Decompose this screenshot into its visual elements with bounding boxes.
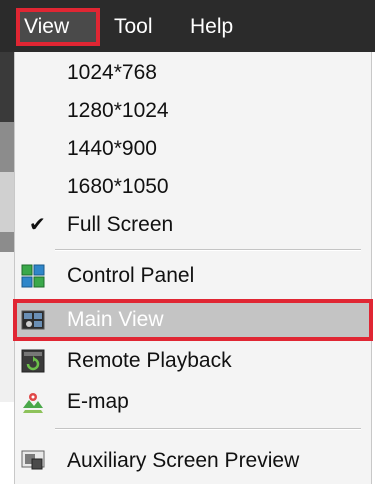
menu-separator [55, 428, 361, 430]
menu-item-remote-playback[interactable]: Remote Playback [15, 342, 371, 380]
menu-item-label: 1680*1050 [67, 175, 169, 198]
menu-help[interactable]: Help [182, 8, 241, 46]
menu-item-label: 1280*1024 [67, 99, 169, 122]
menu-item-label: Main View [67, 308, 164, 331]
menu-separator [55, 249, 361, 251]
e-map-icon [21, 390, 45, 414]
menu-item-label: 1440*900 [67, 137, 157, 160]
menu-item-label: E-map [67, 390, 129, 413]
menu-view-label: View [24, 15, 70, 38]
menubar: View Tool Help [0, 0, 375, 52]
menu-view[interactable]: View [16, 8, 100, 46]
menu-item-resolution-1024x768[interactable]: 1024*768 [15, 54, 371, 92]
control-panel-icon [21, 264, 45, 288]
menu-item-control-panel[interactable]: Control Panel [15, 257, 371, 295]
menu-tool[interactable]: Tool [106, 8, 161, 46]
view-dropdown-menu: 1024*768 1280*1024 1440*900 1680*1050 ✔ … [13, 52, 373, 484]
menu-item-label: Auxiliary Screen Preview [67, 449, 300, 472]
background-window-edge [0, 52, 14, 484]
menu-item-resolution-1440x900[interactable]: 1440*900 [15, 130, 371, 168]
auxiliary-screen-preview-icon [21, 449, 45, 473]
menu-item-main-view[interactable]: Main View [13, 299, 373, 341]
menu-item-label: Remote Playback [67, 349, 232, 372]
remote-playback-icon [21, 349, 45, 373]
check-icon: ✔ [29, 214, 46, 236]
menu-item-auxiliary-screen-preview[interactable]: Auxiliary Screen Preview [15, 442, 371, 480]
menu-help-label: Help [190, 15, 234, 38]
menu-item-label: Control Panel [67, 264, 195, 287]
menu-item-full-screen[interactable]: ✔ Full Screen [15, 206, 371, 244]
menu-tool-label: Tool [114, 15, 153, 38]
menu-item-label: Full Screen [67, 213, 174, 236]
menu-item-label: 1024*768 [67, 61, 157, 84]
menu-item-resolution-1280x1024[interactable]: 1280*1024 [15, 92, 371, 130]
menu-item-resolution-1680x1050[interactable]: 1680*1050 [15, 168, 371, 206]
menu-item-e-map[interactable]: E-map [15, 383, 371, 421]
main-view-icon [21, 308, 45, 332]
